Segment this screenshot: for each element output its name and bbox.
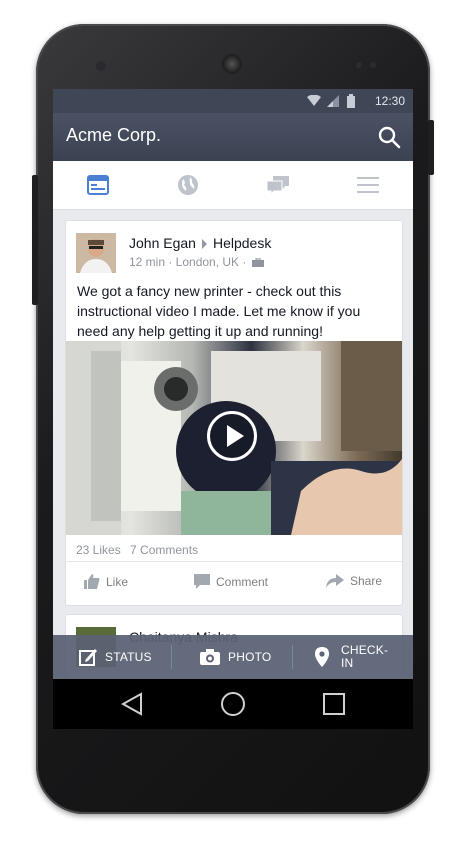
menu-icon — [357, 177, 379, 193]
status-bar: 12:30 — [53, 89, 413, 113]
group-name[interactable]: Helpdesk — [213, 235, 271, 251]
battery-icon — [347, 94, 355, 108]
proximity-sensor — [356, 62, 362, 68]
like-label: Like — [106, 574, 129, 589]
earpiece-speaker — [222, 54, 242, 74]
like-button[interactable]: Like — [84, 574, 128, 589]
divider — [292, 645, 293, 669]
light-sensor — [370, 62, 376, 68]
comment-label: Comment — [216, 574, 269, 589]
checkin-label: CHECK- IN — [341, 644, 388, 670]
comment-icon — [194, 574, 210, 589]
avatar-photo — [76, 233, 116, 273]
tab-globe[interactable] — [143, 161, 233, 209]
system-nav-bar — [53, 679, 413, 729]
checkin-button[interactable]: CHECK- IN — [315, 635, 388, 679]
signal-icon — [327, 95, 339, 107]
camera-icon — [200, 649, 220, 665]
thumbs-up-icon — [84, 574, 100, 589]
tab-messages[interactable] — [233, 161, 323, 209]
home-icon — [221, 692, 245, 716]
share-label: Share — [350, 574, 383, 588]
status-label: STATUS — [105, 650, 152, 664]
play-button[interactable] — [207, 411, 257, 461]
video-thumbnail[interactable] — [66, 341, 402, 535]
chat-bubbles-icon — [266, 176, 289, 195]
share-icon — [326, 574, 344, 588]
comments-count[interactable]: 7 Comments — [130, 543, 198, 557]
clock: 12:30 — [374, 94, 405, 108]
tab-bar — [53, 161, 413, 210]
post-author-line: John Egan Helpdesk — [129, 235, 271, 251]
recents-button[interactable] — [319, 689, 349, 719]
volume-button — [32, 175, 38, 305]
home-button[interactable] — [218, 689, 248, 719]
power-button — [428, 120, 434, 175]
back-icon — [121, 692, 142, 716]
photo-button[interactable]: PHOTO — [200, 635, 271, 679]
briefcase-icon — [251, 257, 264, 268]
share-button[interactable]: Share — [326, 574, 382, 588]
back-button[interactable] — [117, 689, 147, 719]
compose-bar: STATUS PHOTO CHECK- IN — [53, 635, 413, 679]
app-title: Acme Corp. — [66, 125, 162, 145]
comment-button[interactable]: Comment — [194, 574, 268, 589]
avatar[interactable] — [76, 233, 116, 273]
post-actions: Like Comment Share — [66, 561, 402, 600]
globe-icon — [178, 175, 198, 195]
post-stats: 23 Likes 7 Comments — [76, 543, 204, 557]
app-bar: Acme Corp. — [53, 113, 413, 161]
location-pin-icon — [315, 647, 329, 667]
tab-menu[interactable] — [323, 161, 413, 209]
recents-icon — [323, 693, 345, 715]
post-text: We got a fancy new printer - check out t… — [77, 283, 361, 339]
status-button[interactable]: STATUS — [79, 635, 152, 679]
wifi-icon — [307, 95, 321, 106]
likes-count[interactable]: 23 Likes — [76, 543, 121, 557]
divider — [171, 645, 172, 669]
photo-label: PHOTO — [228, 650, 272, 664]
post-meta: 12 min · London, UK · — [129, 255, 264, 269]
checkin-label-line1: CHECK- — [341, 643, 389, 657]
author-name[interactable]: John Egan — [129, 235, 196, 251]
search-icon[interactable] — [377, 125, 401, 149]
post-meta-text: 12 min · London, UK · — [129, 255, 247, 269]
news-feed-icon — [87, 175, 109, 195]
arrow-icon — [201, 239, 207, 250]
tab-news-feed[interactable] — [53, 161, 143, 209]
front-camera — [96, 61, 106, 71]
edit-icon — [79, 649, 97, 666]
checkin-label-line2: IN — [341, 656, 354, 670]
screen: 12:30 Acme Corp. John Egan Helpdesk 12 m… — [53, 89, 413, 729]
post-card: John Egan Helpdesk 12 min · London, UK · … — [65, 220, 403, 606]
